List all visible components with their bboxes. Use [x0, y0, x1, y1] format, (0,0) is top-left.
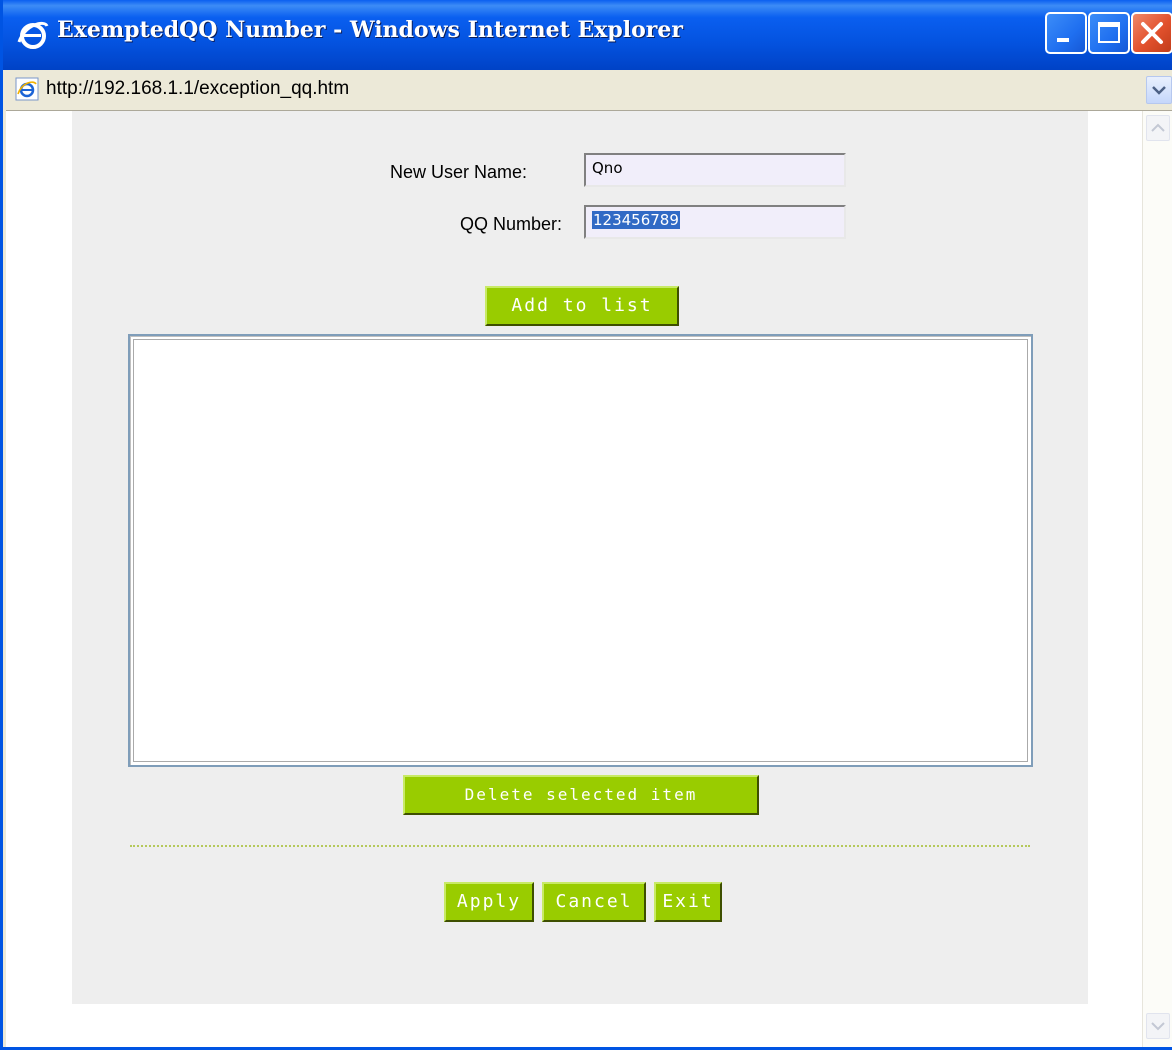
scroll-up-button[interactable]	[1146, 115, 1170, 141]
close-button[interactable]	[1131, 12, 1172, 54]
cancel-button[interactable]: Cancel	[542, 882, 646, 922]
page-icon	[15, 77, 39, 101]
minimize-icon	[1057, 38, 1069, 42]
page-viewport: New User Name: Qno QQ Number: 123456789 …	[6, 111, 1142, 1047]
qq-number-value: 123456789	[592, 211, 680, 229]
qq-number-input[interactable]: 123456789	[584, 205, 846, 239]
content-panel: New User Name: Qno QQ Number: 123456789 …	[72, 111, 1088, 1004]
vertical-scrollbar[interactable]	[1142, 111, 1172, 1047]
list-area	[133, 339, 1028, 762]
address-bar: http://192.168.1.1/exception_qq.htm	[6, 70, 1172, 111]
address-url[interactable]: http://192.168.1.1/exception_qq.htm	[46, 78, 349, 100]
qq-number-label: QQ Number:	[460, 214, 563, 234]
exit-button[interactable]: Exit	[654, 882, 722, 922]
browser-window: ExemptedQQ Number - Windows Internet Exp…	[0, 0, 1172, 1050]
chevron-up-icon	[1151, 123, 1165, 132]
username-input[interactable]: Qno	[584, 153, 846, 187]
title-bar[interactable]: ExemptedQQ Number - Windows Internet Exp…	[3, 0, 1172, 70]
minimize-button[interactable]	[1045, 12, 1087, 54]
scroll-down-button[interactable]	[1146, 1013, 1170, 1039]
divider	[130, 845, 1030, 847]
ie-icon	[17, 21, 49, 49]
window-title: ExemptedQQ Number - Windows Internet Exp…	[57, 17, 683, 43]
maximize-icon	[1098, 22, 1120, 43]
add-to-list-button[interactable]: Add to list	[485, 286, 679, 326]
username-label: New User Name:	[390, 162, 528, 182]
chevron-down-icon	[1151, 1022, 1165, 1031]
close-icon	[1141, 22, 1163, 44]
username-value: Qno	[592, 159, 623, 177]
address-dropdown-button[interactable]	[1146, 76, 1172, 104]
chevron-down-icon	[1152, 86, 1166, 95]
delete-selected-button[interactable]: Delete selected item	[403, 775, 759, 815]
apply-button[interactable]: Apply	[444, 882, 534, 922]
maximize-button[interactable]	[1088, 12, 1130, 54]
exempted-list[interactable]	[128, 334, 1033, 767]
